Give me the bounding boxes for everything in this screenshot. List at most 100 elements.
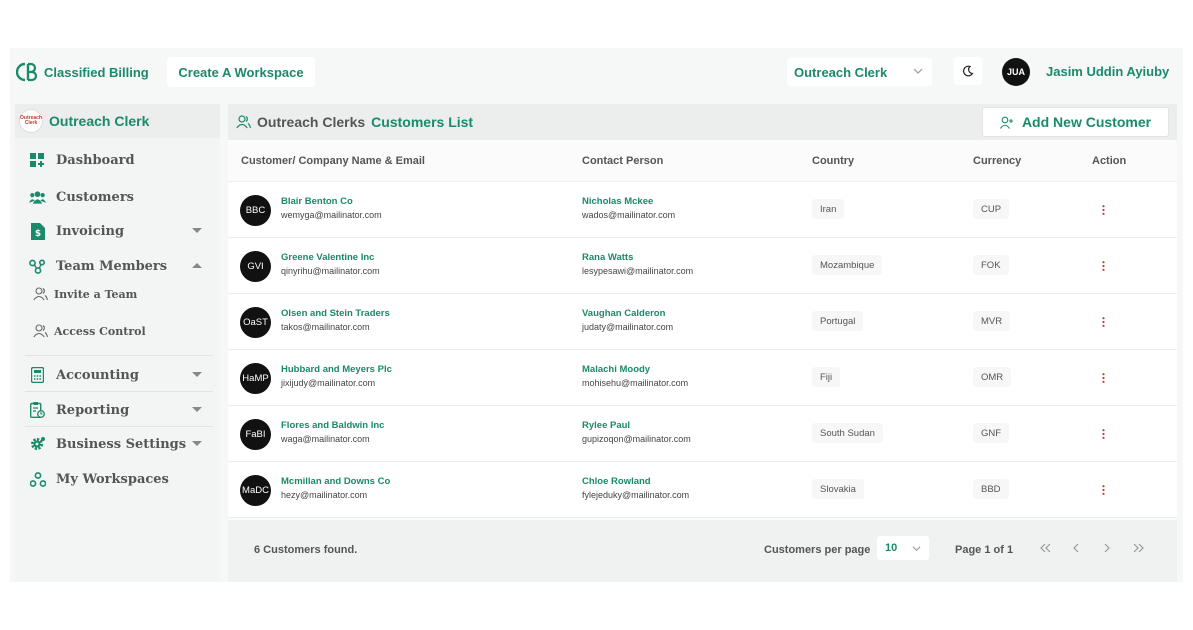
column-header-customer[interactable]: Customer/ Company Name & Email — [241, 155, 425, 167]
gear-icon — [29, 436, 46, 453]
sidebar-item-my-workspaces[interactable]: My Workspaces — [15, 464, 220, 494]
table-row[interactable]: OaST Olsen and Stein Traders takos@maili… — [228, 294, 1177, 350]
row-actions-button[interactable] — [1096, 312, 1110, 332]
customer-avatar: OaST — [240, 307, 271, 338]
brand[interactable]: Classified Billing — [16, 60, 149, 84]
table-row[interactable]: FaBI Flores and Baldwin Inc waga@mailina… — [228, 406, 1177, 462]
table-footer: 6 Customers found. Customers per page 10… — [228, 520, 1177, 582]
contact-name[interactable]: Rana Watts — [582, 252, 633, 263]
sidebar-item-customers[interactable]: Customers — [15, 182, 220, 212]
sidebar-subitem-label: Invite a Team — [54, 287, 138, 301]
organization-select-value: Outreach Clerk — [794, 64, 888, 80]
sidebar-subitem-label: Access Control — [54, 324, 146, 338]
table-row[interactable]: HaMP Hubbard and Meyers Plc jixijudy@mai… — [228, 350, 1177, 406]
contact-email: gupizoqon@mailinator.com — [582, 434, 691, 444]
add-user-icon — [999, 116, 1013, 129]
column-header-currency[interactable]: Currency — [973, 155, 1021, 167]
table-row[interactable]: GVI Greene Valentine Inc qinyrihu@mailin… — [228, 238, 1177, 294]
add-new-customer-button[interactable]: Add New Customer — [982, 107, 1169, 137]
sidebar-item-dashboard[interactable]: Dashboard — [15, 145, 220, 175]
contact-email: lesypesawi@mailinator.com — [582, 266, 694, 276]
contact-name[interactable]: Rylee Paul — [582, 420, 630, 431]
contact-name[interactable]: Nicholas Mckee — [582, 196, 653, 207]
currency-badge: BBD — [973, 479, 1009, 499]
sidebar-subitem-invite-team[interactable]: Invite a Team — [33, 281, 213, 307]
caret-down-icon — [192, 228, 202, 233]
customer-name[interactable]: Mcmillan and Downs Co — [281, 476, 390, 487]
table-row[interactable]: BBC Blair Benton Co wemyga@mailinator.co… — [228, 182, 1177, 238]
sidebar-subitem-access-control[interactable]: Access Control — [33, 318, 213, 344]
per-page-label: Customers per page — [764, 544, 871, 556]
app-shell: Classified Billing Create A Workspace Ou… — [10, 48, 1183, 582]
row-actions-button[interactable] — [1096, 256, 1110, 276]
row-actions-button[interactable] — [1096, 200, 1110, 220]
contact-email: fylejeduky@mailinator.com — [582, 490, 690, 500]
sidebar-item-label: Reporting — [56, 402, 130, 418]
sidebar-item-business-settings[interactable]: Business Settings — [15, 429, 220, 459]
sidebar-item-accounting[interactable]: Accounting — [15, 360, 220, 390]
per-page-select[interactable]: 10 — [877, 536, 929, 560]
currency-badge: FOK — [973, 255, 1009, 275]
customer-email: jixijudy@mailinator.com — [281, 378, 376, 388]
caret-down-icon — [192, 372, 202, 377]
customer-name[interactable]: Hubbard and Meyers Plc — [281, 364, 392, 375]
add-new-customer-label: Add New Customer — [1021, 114, 1152, 130]
row-actions-button[interactable] — [1096, 424, 1110, 444]
organization-select[interactable]: Outreach Clerk — [787, 58, 932, 86]
customer-name[interactable]: Olsen and Stein Traders — [281, 308, 390, 319]
customer-name[interactable]: Greene Valentine Inc — [281, 252, 374, 263]
row-actions-button[interactable] — [1096, 368, 1110, 388]
first-page-button[interactable] — [1035, 537, 1057, 559]
country-badge: Fiji — [812, 367, 841, 387]
caret-down-icon — [192, 441, 202, 446]
customer-email: hezy@mailinator.com — [281, 490, 368, 500]
column-header-country[interactable]: Country — [812, 155, 854, 167]
brand-logo-icon — [16, 62, 38, 82]
users-icon — [33, 287, 48, 301]
table-header: Customer/ Company Name & Email Contact P… — [228, 140, 1177, 182]
caret-down-icon — [192, 407, 202, 412]
more-vertical-icon — [1101, 205, 1105, 215]
contact-email: wados@mailinator.com — [582, 210, 676, 220]
theme-toggle-button[interactable] — [954, 57, 982, 85]
previous-page-button[interactable] — [1065, 537, 1087, 559]
user-avatar[interactable]: JUA — [1002, 58, 1030, 86]
table-row[interactable]: MaDC Mcmillan and Downs Co hezy@mailinat… — [228, 462, 1177, 518]
customer-email: takos@mailinator.com — [281, 322, 370, 332]
customer-avatar: BBC — [240, 195, 271, 226]
sidebar-item-invoicing[interactable]: $ Invoicing — [15, 216, 220, 246]
sidebar-item-label: Accounting — [56, 367, 139, 383]
column-header-contact[interactable]: Contact Person — [582, 155, 663, 167]
sidebar-workspace-header[interactable]: Outreach Clerk Outreach Clerk — [15, 104, 220, 138]
row-actions-button[interactable] — [1096, 480, 1110, 500]
customer-email: waga@mailinator.com — [281, 434, 370, 444]
workspace-logo-text: Outreach Clerk — [20, 115, 42, 126]
moon-icon — [962, 65, 974, 77]
next-page-button[interactable] — [1096, 537, 1118, 559]
contact-name[interactable]: Vaughan Calderon — [582, 308, 665, 319]
create-workspace-button[interactable]: Create A Workspace — [167, 57, 315, 87]
contact-email: mohisehu@mailinator.com — [582, 378, 689, 388]
contact-name[interactable]: Chloe Rowland — [582, 476, 651, 487]
report-icon — [29, 402, 46, 419]
customer-avatar: HaMP — [240, 363, 271, 394]
page-header: Outreach Clerks Customers List Add New C… — [228, 104, 1177, 140]
customer-name[interactable]: Flores and Baldwin Inc — [281, 420, 384, 431]
sidebar-item-team-members[interactable]: Team Members — [15, 251, 220, 281]
more-vertical-icon — [1101, 261, 1105, 271]
users-icon — [33, 324, 48, 338]
contact-name[interactable]: Malachi Moody — [582, 364, 650, 375]
svg-text:$: $ — [34, 229, 40, 239]
sidebar-item-label: Invoicing — [56, 223, 125, 239]
user-name[interactable]: Jasim Uddin Ayiuby — [1046, 64, 1169, 79]
sidebar-item-label: Dashboard — [56, 152, 135, 168]
per-page-value: 10 — [885, 542, 898, 554]
currency-badge: CUP — [973, 199, 1010, 219]
sidebar-item-label: My Workspaces — [56, 471, 169, 487]
customer-name[interactable]: Blair Benton Co — [281, 196, 353, 207]
sidebar-item-reporting[interactable]: Reporting — [15, 395, 220, 425]
sidebar-item-label: Team Members — [56, 258, 168, 274]
workspace-logo: Outreach Clerk — [19, 109, 43, 133]
customer-avatar: FaBI — [240, 419, 271, 450]
last-page-button[interactable] — [1127, 537, 1149, 559]
